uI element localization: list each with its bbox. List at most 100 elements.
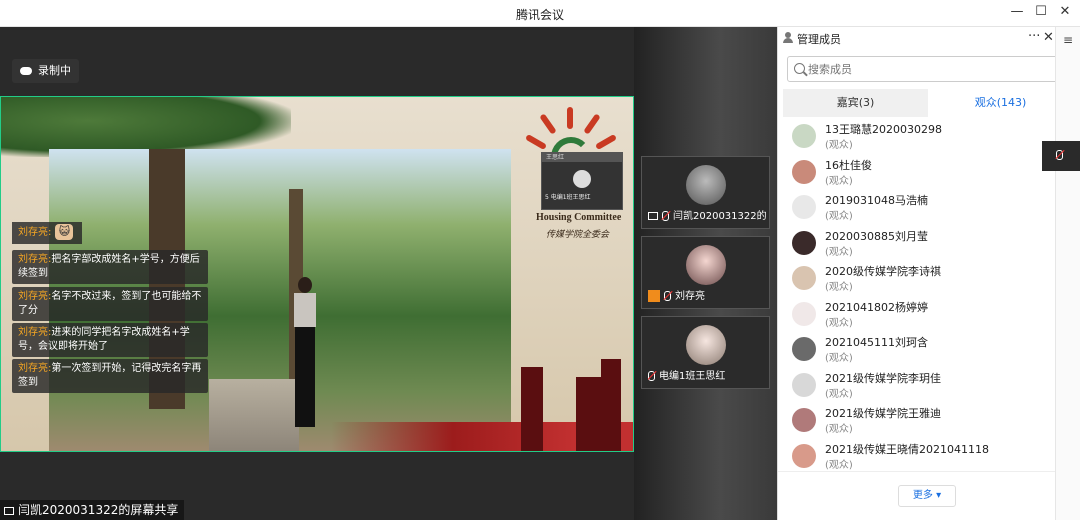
- member-name: 2020级传媒学院李诗祺: [825, 265, 941, 278]
- member-name: 2021级传媒王晓倩2021041118: [825, 442, 989, 456]
- pip-label: 5 电编1班王思红: [545, 194, 591, 201]
- chat-bubble: 刘存亮:第一次签到开始，记得改完名字再签到: [12, 359, 208, 393]
- pip-avatar: [573, 170, 591, 188]
- menu-icon[interactable]: ≡: [1061, 33, 1075, 47]
- cat-emoji-icon: 😺: [55, 224, 74, 240]
- tile-label: 电编1班王思红: [648, 367, 725, 382]
- member-avatar: [792, 124, 816, 148]
- tab-audience[interactable]: 观众(143): [928, 89, 1073, 117]
- tile-label: 刘存亮: [648, 287, 705, 302]
- mic-muted-icon: [662, 211, 669, 221]
- member-role: (观众): [825, 246, 853, 258]
- silhouette-figure: [601, 359, 621, 451]
- member-row[interactable]: 13王璐慧2020030298 (观众): [778, 119, 1056, 155]
- member-panel: 管理成员 ··· ✕ 嘉宾(3) 观众(143) 13王璐慧2020030298…: [777, 27, 1073, 520]
- share-label-text: 闫凯2020031322的屏幕共享: [18, 503, 179, 517]
- member-tabs: 嘉宾(3) 观众(143): [783, 89, 1073, 117]
- chat-sender: 刘存亮:: [18, 363, 52, 374]
- chat-bubble: 刘存亮:进来的同学把名字改成姓名+学号，会议即将开始了: [12, 323, 208, 357]
- screen-share-icon: [4, 506, 14, 515]
- member-role: (观众): [825, 175, 853, 187]
- member-row[interactable]: 2020级传媒学院李诗祺 (观众): [778, 261, 1056, 297]
- member-role: (观众): [825, 211, 853, 222]
- window-title: 腾讯会议: [515, 8, 564, 22]
- search-input[interactable]: [808, 60, 1048, 78]
- chat-bubble: 刘存亮: 😺: [12, 222, 82, 244]
- participant-avatar: [686, 165, 726, 205]
- recording-indicator[interactable]: 录制中: [12, 59, 79, 83]
- member-role: (观众): [825, 424, 853, 435]
- tile-name: 电编1班王思红: [659, 371, 726, 382]
- more-bar: 更多 ▾: [778, 471, 1056, 520]
- chat-sender: 刘存亮:: [18, 327, 52, 338]
- member-avatar: [792, 266, 816, 290]
- video-tile[interactable]: 刘存亮: [641, 236, 770, 309]
- member-row[interactable]: 2020030885刘月莹 (观众): [778, 226, 1056, 262]
- member-avatar: [792, 301, 816, 326]
- tile-name: 闫凯2020031322的屏...: [673, 211, 766, 222]
- member-role: (观众): [825, 140, 853, 151]
- foliage-decoration: [1, 97, 291, 157]
- close-window-button[interactable]: ✕: [1055, 4, 1075, 19]
- tile-name: 刘存亮: [675, 291, 705, 302]
- member-role: (观众): [825, 388, 853, 400]
- participant-avatar: [686, 245, 726, 285]
- tab-guests[interactable]: 嘉宾(3): [783, 89, 928, 117]
- panel-title: 管理成员: [797, 33, 841, 46]
- member-avatar: [792, 408, 816, 432]
- title-bar: 腾讯会议 — ☐ ✕: [0, 0, 1080, 27]
- member-name: 2021级传媒学院王雅迪: [825, 407, 941, 420]
- maximize-button[interactable]: ☐: [1031, 4, 1051, 19]
- member-name: 13王璐慧2020030298: [825, 123, 942, 136]
- member-avatar: [792, 337, 816, 361]
- mic-muted-icon: [1056, 150, 1063, 160]
- silhouette-figure: [576, 377, 602, 451]
- meeting-main-area: 录制中 王思红 5 电编1班王思红 Housing Committee 传媒学院…: [0, 27, 777, 520]
- member-list: 13王璐慧2020030298 (观众) 16杜佳俊 (观众) 2019031048马浩…: [778, 119, 1056, 474]
- pip-bar: 王思红: [542, 153, 622, 162]
- org-name: Housing Committee: [536, 212, 622, 223]
- member-avatar: [792, 443, 816, 468]
- member-name: 2020030885刘月莹: [825, 229, 928, 243]
- org-subtitle: 传媒学院全委会: [546, 230, 610, 240]
- minimize-button[interactable]: —: [1007, 4, 1027, 19]
- silhouette-figure: [521, 367, 543, 451]
- member-row[interactable]: 2021045111刘珂含 (观众): [778, 332, 1056, 368]
- chat-bubble: 刘存亮:把名字部改成姓名+学号，方便后续签到: [12, 250, 208, 284]
- more-options-icon[interactable]: ···: [1028, 29, 1040, 44]
- member-role: (观众): [825, 282, 853, 293]
- member-role: (观众): [825, 353, 853, 364]
- member-avatar: [792, 230, 816, 255]
- mic-muted-icon: [664, 291, 671, 301]
- cloud-icon: [20, 67, 32, 75]
- member-row[interactable]: 2019031048马浩楠 (观众): [778, 190, 1056, 226]
- member-row[interactable]: 2021级传媒学院李玥佳 (观众): [778, 368, 1056, 404]
- mic-muted-icon: [648, 371, 655, 381]
- member-row[interactable]: 2021级传媒王晓倩2021041118 (观众): [778, 439, 1056, 475]
- stone-path: [209, 379, 299, 451]
- member-name: 2019031048马浩楠: [825, 194, 928, 207]
- member-name: 2021级传媒学院李玥佳: [825, 371, 941, 385]
- member-avatar: [792, 372, 816, 397]
- panel-header: 管理成员 ··· ✕: [778, 27, 1056, 49]
- floating-mic-widget[interactable]: [1042, 141, 1080, 171]
- member-row[interactable]: 16杜佳俊 (观众): [778, 155, 1056, 191]
- more-button[interactable]: 更多 ▾: [898, 485, 956, 507]
- video-tile[interactable]: 闫凯2020031322的屏...: [641, 156, 770, 229]
- search-icon: [794, 63, 805, 74]
- chat-sender: 刘存亮:: [18, 254, 52, 265]
- member-role: (观众): [825, 459, 853, 471]
- member-row[interactable]: 2021041802杨婷婷 (观众): [778, 297, 1056, 333]
- host-icon: [648, 290, 660, 302]
- member-search[interactable]: [787, 56, 1069, 82]
- chat-sender: 刘存亮:: [18, 227, 52, 238]
- member-row[interactable]: 2021级传媒学院王雅迪 (观众): [778, 403, 1056, 439]
- member-avatar: [792, 195, 816, 219]
- picture-in-picture: 王思红 5 电编1班王思红: [541, 152, 623, 210]
- video-tile[interactable]: 电编1班王思红: [641, 316, 770, 389]
- participant-avatar: [686, 325, 726, 365]
- member-name: 2021045111刘珂含: [825, 336, 928, 349]
- member-name: 2021041802杨婷婷: [825, 300, 928, 314]
- member-role: (观众): [825, 317, 853, 329]
- close-panel-icon[interactable]: ✕: [1043, 30, 1054, 45]
